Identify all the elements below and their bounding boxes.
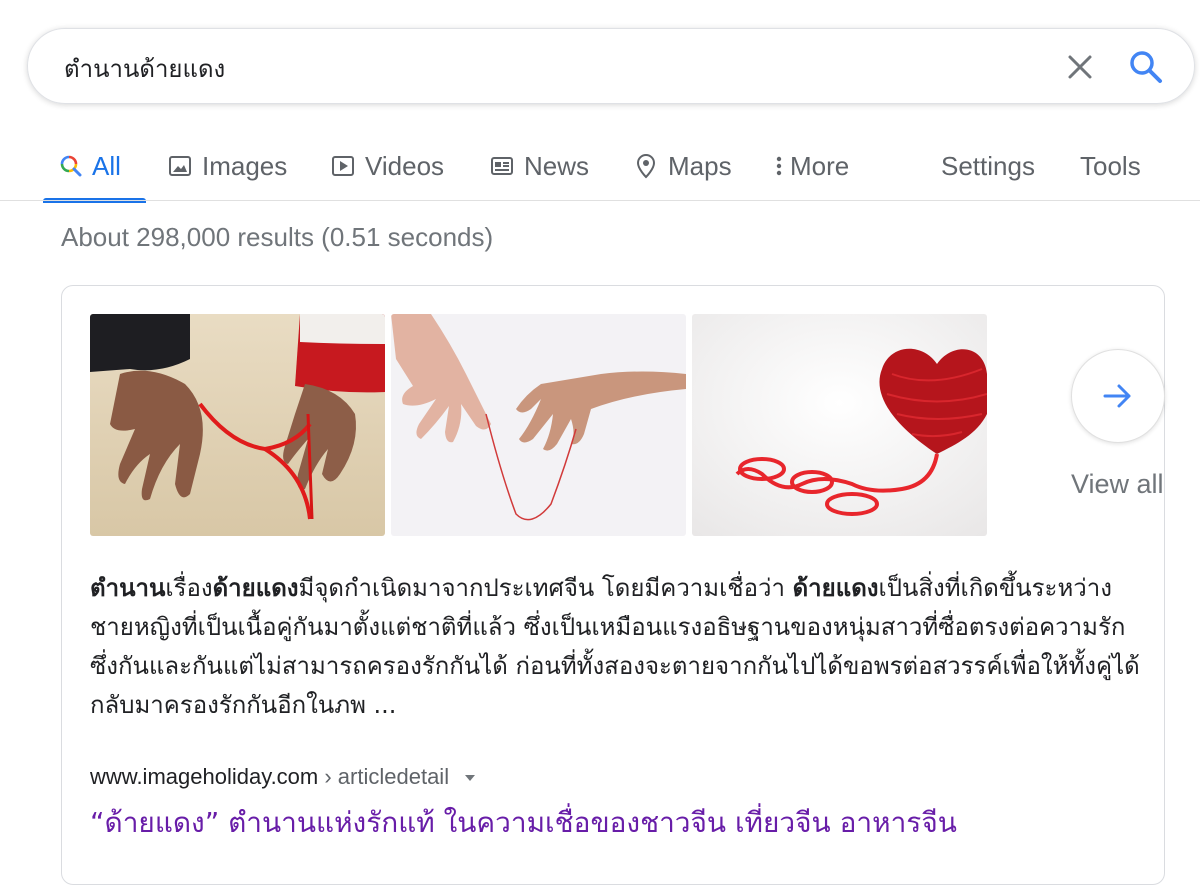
close-icon xyxy=(1068,55,1092,79)
tab-images[interactable]: Images xyxy=(168,148,287,184)
search-button[interactable] xyxy=(1128,49,1164,85)
map-pin-icon xyxy=(636,153,656,179)
newspaper-icon xyxy=(491,157,513,175)
view-all-link[interactable]: View all xyxy=(1071,469,1164,500)
image-icon xyxy=(169,156,191,176)
tab-label: Maps xyxy=(668,150,732,181)
carousel-image-3[interactable] xyxy=(692,314,987,536)
hands-reaching-image xyxy=(391,314,686,536)
search-tabs: All Images Videos News Maps More Setting… xyxy=(0,130,1200,203)
tab-maps[interactable]: Maps xyxy=(634,148,732,184)
tab-label: Videos xyxy=(365,150,445,181)
carousel-image-2[interactable] xyxy=(391,314,686,536)
tabs-divider xyxy=(0,200,1200,201)
play-icon xyxy=(332,156,354,176)
tab-label: Images xyxy=(202,150,288,181)
snippet-bold: ตำนาน xyxy=(90,574,166,602)
carousel-image-1[interactable] xyxy=(90,314,385,536)
arrow-right-icon xyxy=(1103,384,1131,408)
tab-news[interactable]: News xyxy=(490,148,589,184)
more-vertical-icon xyxy=(776,156,782,176)
tab-all[interactable]: All xyxy=(60,148,121,184)
tools-label: Tools xyxy=(1080,150,1141,181)
snippet-bold: ด้ายแดง xyxy=(212,574,299,602)
search-icon xyxy=(1130,51,1162,83)
snippet-bold: ด้ายแดง xyxy=(792,574,879,602)
tab-videos[interactable]: Videos xyxy=(331,148,444,184)
result-path: › articledetail xyxy=(318,764,450,789)
tab-more[interactable]: More xyxy=(774,148,849,184)
clear-search-button[interactable] xyxy=(1064,51,1096,83)
hands-tied-image xyxy=(90,314,385,536)
result-snippet: ตำนานเรื่องด้ายแดงมีจุดกำเนิดมาจากประเทศ… xyxy=(90,569,1140,725)
featured-result-card: View all ตำนานเรื่องด้ายแดงมีจุดกำเนิดมา… xyxy=(61,285,1165,885)
result-title-link[interactable]: “ด้ายแดง” ตำนานแห่งรักแท้ ในความเชื่อของ… xyxy=(90,801,957,845)
red-heart-yarn-image xyxy=(692,314,987,536)
tab-label: News xyxy=(524,150,590,181)
tools-link[interactable]: Tools xyxy=(1080,148,1141,184)
tab-label: More xyxy=(790,150,850,181)
carousel-next-button[interactable] xyxy=(1071,349,1165,443)
settings-label: Settings xyxy=(941,150,1035,181)
tab-label: All xyxy=(92,150,121,181)
snippet-text: เรื่อง xyxy=(165,574,213,602)
result-site: www.imageholiday.com xyxy=(90,764,319,789)
settings-link[interactable]: Settings xyxy=(941,148,1035,184)
search-multicolor-icon xyxy=(60,155,82,177)
search-box xyxy=(27,28,1195,104)
dropdown-arrow-icon[interactable] xyxy=(463,771,477,785)
result-stats: About 298,000 results (0.51 seconds) xyxy=(61,222,494,252)
snippet-text: มีจุดกำเนิดมาจากประเทศจีน โดยมีความเชื่อ… xyxy=(298,574,793,602)
search-input[interactable] xyxy=(62,47,966,89)
result-breadcrumb: www.imageholiday.com › articledetail xyxy=(90,764,477,790)
